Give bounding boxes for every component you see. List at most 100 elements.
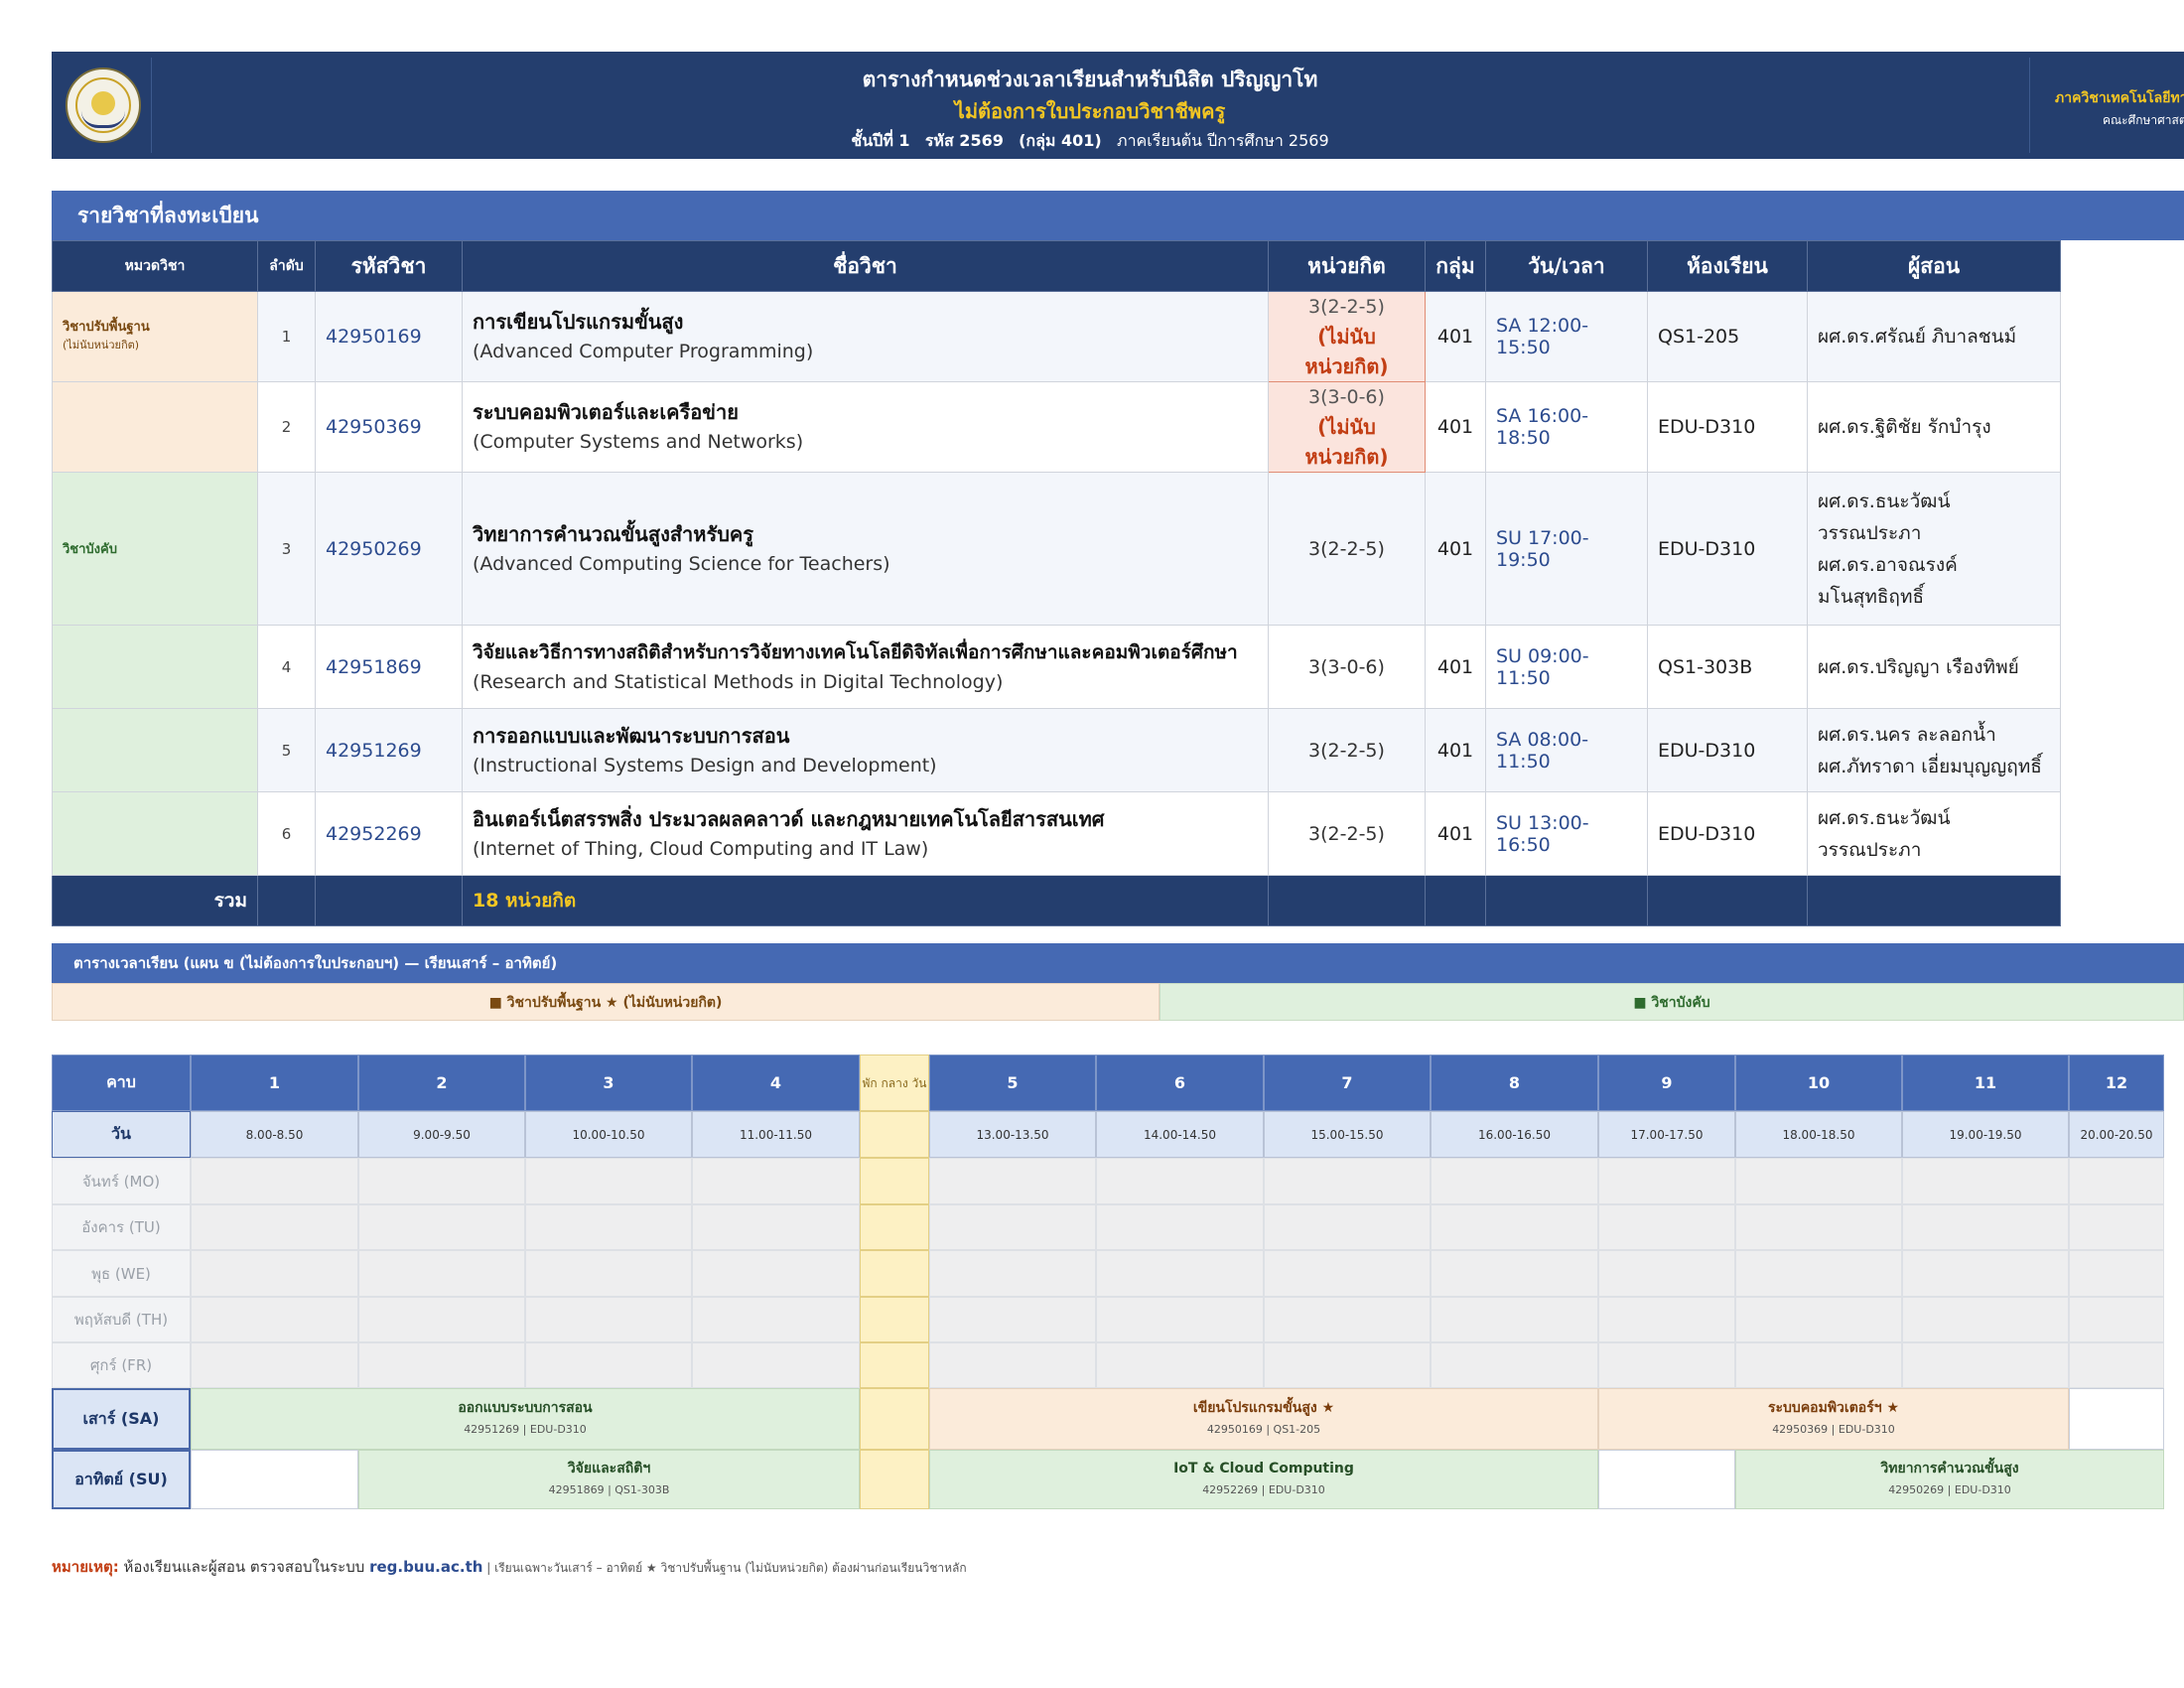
instructor: ผศ.ดร.ปริญญา เรืองทิพย์ <box>1807 625 2061 709</box>
empty-slot <box>1431 1297 1598 1342</box>
col-header-credits: หน่วยกิต <box>1268 240 1426 292</box>
empty-slot <box>358 1250 525 1297</box>
empty-slot <box>358 1204 525 1250</box>
datetime: SA 08:00-11:50 <box>1485 708 1648 792</box>
instructor: ผศ.ดร.ฐิติชัย รักบำรุง <box>1807 381 2061 473</box>
category-foundation-note: (ไม่นับหน่วยกิต) <box>63 339 140 352</box>
class-block-detail: 42951869 | QS1-303B <box>548 1483 670 1496</box>
note-text: ห้องเรียนและผู้สอน ตรวจสอบในระบบ <box>118 1558 370 1576</box>
class-block-detail: 42950169 | QS1-205 <box>1206 1423 1321 1436</box>
course-name: การออกแบบและพัฒนาระบบการสอน (Instructiona… <box>462 708 1269 792</box>
faculty-name: คณะศึกษาศาสต <box>2103 113 2184 127</box>
empty-slot <box>1902 1342 2069 1388</box>
instructor-line: ผศ.ดร.ปริญญา เรืองทิพย์ <box>1818 655 2019 678</box>
class-block[interactable]: เขียนโปรแกรมขั้นสูง ★ 42950169 | QS1-205 <box>929 1388 1598 1450</box>
empty-slot <box>525 1250 692 1297</box>
room: EDU-D310 <box>1647 708 1808 792</box>
period-number: 8 <box>1431 1055 1598 1111</box>
period-number: 2 <box>358 1055 525 1111</box>
empty-slot <box>191 1450 358 1509</box>
header-divider <box>2029 58 2030 153</box>
col-header-no: ลำดับ <box>257 240 316 292</box>
period-number: 11 <box>1902 1055 2069 1111</box>
period-number: 5 <box>929 1055 1096 1111</box>
table-row: 5 42951269 การออกแบบและพัฒนาระบบการสอน (I… <box>52 708 2061 792</box>
lunch-cell <box>860 1158 929 1204</box>
row-number: 2 <box>257 381 316 473</box>
course-code: 42950269 <box>315 472 463 626</box>
datetime: SU 13:00-16:50 <box>1485 791 1648 876</box>
table-row: วิชาปรับพื้นฐาน (ไม่นับหน่วยกิต) 1 429501… <box>52 291 2061 382</box>
footer-note: หมายเหตุ: ห้องเรียนและผู้สอน ตรวจสอบในระ… <box>52 1555 967 1579</box>
room: EDU-D310 <box>1647 791 1808 876</box>
legend-foundation: ■ วิชาปรับพื้นฐาน ★ (ไม่นับหน่วยกิต) <box>52 983 1160 1021</box>
class-block[interactable]: IoT & Cloud Computing 42952269 | EDU-D310 <box>929 1450 1598 1509</box>
empty-slot <box>1598 1250 1735 1297</box>
class-block[interactable]: ระบบคอมพิวเตอร์ฯ ★ 42950369 | EDU-D310 <box>1598 1388 2069 1450</box>
credits: 3(2-2-5) <box>1268 708 1426 792</box>
room: QS1-205 <box>1647 291 1808 382</box>
timetable-section-title: ตารางเวลาเรียน (แผน ข (ไม่ต้องการใบประกอ… <box>52 943 2184 983</box>
period-header: คาบ <box>52 1055 191 1111</box>
empty-slot <box>2069 1388 2164 1450</box>
course-name-en: (Computer Systems and Networks) <box>473 431 804 453</box>
empty-slot <box>2069 1204 2164 1250</box>
empty-slot <box>525 1158 692 1204</box>
department-name: ภาควิชาเทคโนโลยีทาง <box>2055 90 2184 106</box>
weekday-label: ศุกร์ (FR) <box>52 1342 191 1388</box>
empty-slot <box>191 1158 358 1204</box>
page-subtitle: ไม่ต้องการใบประกอบวิชาชีพครู <box>954 99 1226 123</box>
empty-slot <box>1264 1204 1431 1250</box>
instructor-line: วรรณประภา <box>1818 521 1922 544</box>
group: 401 <box>1425 381 1486 473</box>
empty-slot <box>1096 1158 1264 1204</box>
instructor: ผศ.ดร.นคร ละลอกน้ำ ผศ.ภัทราดา เอี่ยมบุญญ… <box>1807 708 2061 792</box>
col-header-room: ห้องเรียน <box>1647 240 1808 292</box>
period-number: 6 <box>1096 1055 1264 1111</box>
instructor-line: ผศ.ดร.อาจณรงค์ <box>1818 553 1958 576</box>
period-time: 19.00-19.50 <box>1902 1111 2069 1158</box>
credits-cell: 3(2-2-5) (ไม่นับหน่วยกิต) <box>1268 291 1426 382</box>
course-name-th: ระบบคอมพิวเตอร์และเครือข่าย <box>473 400 739 424</box>
category-required: วิชาบังคับ <box>63 542 117 557</box>
empty-slot <box>191 1204 358 1250</box>
group: 401 <box>1425 791 1486 876</box>
group: 401 <box>1425 625 1486 709</box>
period-time: 10.00-10.50 <box>525 1111 692 1158</box>
row-number: 6 <box>257 791 316 876</box>
instructor-line: ผศ.ดร.ธนะวัฒน์ <box>1818 806 1951 829</box>
weekday-label: อังคาร (TU) <box>52 1204 191 1250</box>
empty-slot <box>525 1297 692 1342</box>
reg-link[interactable]: reg.buu.ac.th <box>369 1558 482 1576</box>
class-block[interactable]: วิจัยและสถิติฯ 42951869 | QS1-303B <box>358 1450 860 1509</box>
class-block-detail: 42952269 | EDU-D310 <box>1202 1483 1325 1496</box>
group-label: (กลุ่ม 401) <box>1019 131 1102 150</box>
course-name: ระบบคอมพิวเตอร์และเครือข่าย (Computer Sys… <box>462 381 1269 473</box>
empty-slot <box>1431 1158 1598 1204</box>
empty-slot <box>1264 1297 1431 1342</box>
col-header-group: กลุ่ม <box>1425 240 1486 292</box>
col-header-datetime: วัน/เวลา <box>1485 240 1648 292</box>
instructor-line: วรรณประภา <box>1818 838 1922 861</box>
class-block[interactable]: วิทยาการคำนวณขั้นสูง 42950269 | EDU-D310 <box>1735 1450 2164 1509</box>
lunch-header: พัก กลาง วัน <box>860 1055 929 1111</box>
empty-slot <box>358 1158 525 1204</box>
weekday-label: พุธ (WE) <box>52 1250 191 1297</box>
class-block[interactable]: ออกแบบระบบการสอน 42951269 | EDU-D310 <box>191 1388 860 1450</box>
empty-slot <box>358 1342 525 1388</box>
class-block-title: ออกแบบระบบการสอน <box>458 1400 593 1416</box>
day-header: วัน <box>52 1111 191 1158</box>
course-name-en: (Advanced Computer Programming) <box>473 341 814 362</box>
credits: 3(2-2-5) <box>1308 296 1385 318</box>
instructor-line: ผศ.ภัทราดา เอี่ยมบุญญฤทธิ์ <box>1818 755 2042 777</box>
weekday-label-saturday: เสาร์ (SA) <box>52 1388 191 1450</box>
course-code: 42951869 <box>315 625 463 709</box>
course-name: วิทยาการคำนวณขั้นสูงสำหรับครู (Advanced C… <box>462 472 1269 626</box>
empty-slot <box>1598 1342 1735 1388</box>
instructor-line: ผศ.ดร.ศรัณย์ ภิบาลชนม์ <box>1818 326 2017 348</box>
lunch-cell <box>860 1450 929 1509</box>
course-name: อินเตอร์เน็ตสรรพสิ่ง ประมวลผลคลาวด์ และก… <box>462 791 1269 876</box>
empty-slot <box>2069 1250 2164 1297</box>
weekday-label-sunday: อาทิตย์ (SU) <box>52 1450 191 1509</box>
room: QS1-303B <box>1647 625 1808 709</box>
